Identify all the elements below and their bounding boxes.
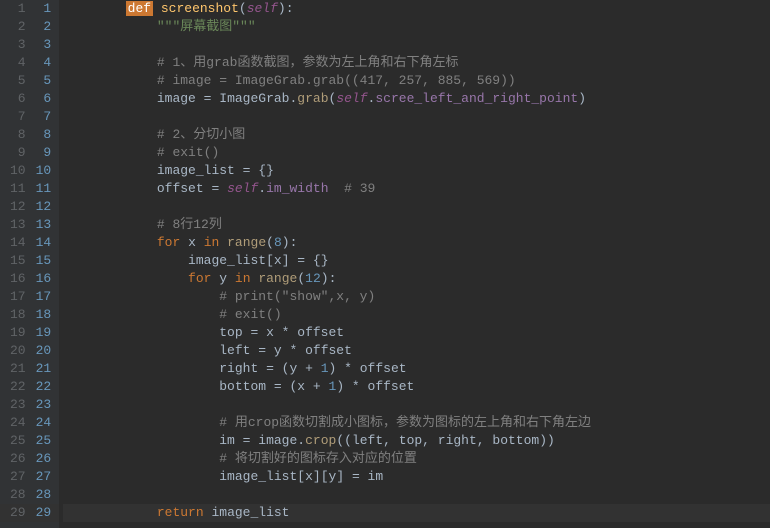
line-number-rel: 1 — [32, 0, 60, 18]
line-number-rel: 24 — [32, 414, 60, 432]
line-number: 20 — [0, 342, 32, 360]
code-line[interactable]: im = image.crop((left, top, right, botto… — [63, 432, 770, 450]
line-number-rel: 12 — [32, 198, 60, 216]
line-number: 21 — [0, 360, 32, 378]
line-number-rel: 10 — [32, 162, 60, 180]
line-number: 1 — [0, 0, 32, 18]
line-number: 6 — [0, 90, 32, 108]
code-line[interactable]: image_list = {} — [63, 162, 770, 180]
line-number: 16 — [0, 270, 32, 288]
line-number-rel: 6 — [32, 90, 60, 108]
line-number: 10 — [0, 162, 32, 180]
code-line[interactable]: # 8行12列 — [63, 216, 770, 234]
line-number-rel: 21 — [32, 360, 60, 378]
code-line[interactable]: for y in range(12): — [63, 270, 770, 288]
code-line[interactable] — [63, 108, 770, 126]
gutter-secondary: 1234567891011121314151617181920212223242… — [32, 0, 60, 528]
code-line[interactable] — [63, 486, 770, 504]
line-number: 9 — [0, 144, 32, 162]
line-number: 4 — [0, 54, 32, 72]
line-number-rel: 11 — [32, 180, 60, 198]
line-number-rel: 8 — [32, 126, 60, 144]
line-number: 8 — [0, 126, 32, 144]
line-number: 13 — [0, 216, 32, 234]
line-numbers-left: 1234567891011121314151617181920212223242… — [0, 0, 32, 522]
code-line[interactable]: # exit() — [63, 144, 770, 162]
line-number-rel: 20 — [32, 342, 60, 360]
line-number: 29 — [0, 504, 32, 522]
code-line[interactable] — [63, 36, 770, 54]
code-line[interactable]: # exit() — [63, 306, 770, 324]
line-number-rel: 28 — [32, 486, 60, 504]
line-number: 27 — [0, 468, 32, 486]
line-number: 23 — [0, 396, 32, 414]
line-number-rel: 18 — [32, 306, 60, 324]
code-line[interactable]: # 用crop函数切割成小图标，参数为图标的左上角和右下角左边 — [63, 414, 770, 432]
code-line[interactable]: top = x * offset — [63, 324, 770, 342]
line-number-rel: 9 — [32, 144, 60, 162]
code-line[interactable]: left = y * offset — [63, 342, 770, 360]
code-line[interactable]: bottom = (x + 1) * offset — [63, 378, 770, 396]
code-area[interactable]: def screenshot(self): """屏幕截图""" # 1、用gr… — [59, 0, 770, 528]
code-line[interactable]: def screenshot(self): — [63, 0, 770, 18]
line-number-rel: 14 — [32, 234, 60, 252]
line-numbers-right: 1234567891011121314151617181920212223242… — [32, 0, 60, 522]
line-number-rel: 29 — [32, 504, 60, 522]
line-number-rel: 5 — [32, 72, 60, 90]
line-number-rel: 15 — [32, 252, 60, 270]
line-number: 19 — [0, 324, 32, 342]
code-line[interactable]: return image_list — [63, 504, 770, 522]
line-number-rel: 16 — [32, 270, 60, 288]
code-editor[interactable]: 1234567891011121314151617181920212223242… — [0, 0, 770, 528]
line-number: 25 — [0, 432, 32, 450]
code-line[interactable]: """屏幕截图""" — [63, 18, 770, 36]
line-number-rel: 13 — [32, 216, 60, 234]
line-number: 2 — [0, 18, 32, 36]
gutter: 1234567891011121314151617181920212223242… — [0, 0, 32, 528]
code-line[interactable]: # 将切割好的图标存入对应的位置 — [63, 450, 770, 468]
line-number: 18 — [0, 306, 32, 324]
code-line[interactable]: right = (y + 1) * offset — [63, 360, 770, 378]
code-line[interactable]: image = ImageGrab.grab(self.scree_left_a… — [63, 90, 770, 108]
line-number: 12 — [0, 198, 32, 216]
line-number: 17 — [0, 288, 32, 306]
code-line[interactable]: # print("show",x, y) — [63, 288, 770, 306]
code-line[interactable] — [63, 198, 770, 216]
line-number: 14 — [0, 234, 32, 252]
line-number-rel: 3 — [32, 36, 60, 54]
line-number-rel: 26 — [32, 450, 60, 468]
line-number-rel: 2 — [32, 18, 60, 36]
line-number-rel: 7 — [32, 108, 60, 126]
line-number-rel: 4 — [32, 54, 60, 72]
line-number: 5 — [0, 72, 32, 90]
line-number-rel: 25 — [32, 432, 60, 450]
code-line[interactable]: # 2、分切小图 — [63, 126, 770, 144]
line-number-rel: 27 — [32, 468, 60, 486]
code-line[interactable]: # 1、用grab函数截图，参数为左上角和右下角左标 — [63, 54, 770, 72]
line-number-rel: 22 — [32, 378, 60, 396]
code-line[interactable]: # image = ImageGrab.grab((417, 257, 885,… — [63, 72, 770, 90]
code-line[interactable]: image_list[x] = {} — [63, 252, 770, 270]
line-number: 26 — [0, 450, 32, 468]
code-line[interactable]: for x in range(8): — [63, 234, 770, 252]
line-number: 28 — [0, 486, 32, 504]
code-line[interactable]: offset = self.im_width # 39 — [63, 180, 770, 198]
code-line[interactable] — [63, 396, 770, 414]
code-line[interactable]: image_list[x][y] = im — [63, 468, 770, 486]
line-number: 24 — [0, 414, 32, 432]
line-number: 7 — [0, 108, 32, 126]
line-number: 22 — [0, 378, 32, 396]
line-number-rel: 23 — [32, 396, 60, 414]
line-number-rel: 19 — [32, 324, 60, 342]
line-number: 3 — [0, 36, 32, 54]
line-number: 11 — [0, 180, 32, 198]
line-number-rel: 17 — [32, 288, 60, 306]
line-number: 15 — [0, 252, 32, 270]
